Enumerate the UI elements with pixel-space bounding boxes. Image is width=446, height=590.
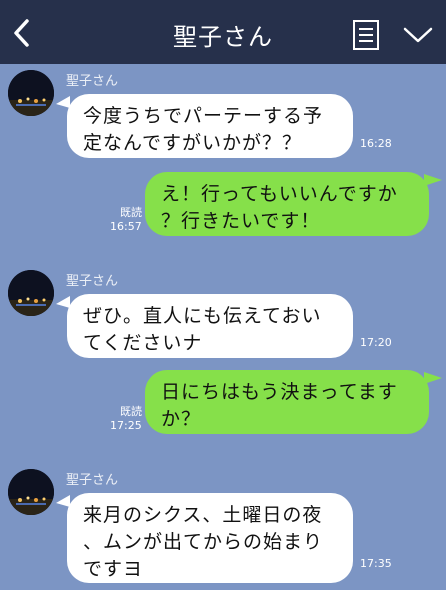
bubble-tail [56, 96, 70, 108]
message-bubble-outgoing[interactable]: 日にちはもう決まってます か？ [145, 370, 429, 434]
note-icon [353, 20, 379, 50]
chevron-down-icon [403, 27, 433, 43]
bubble-tail [424, 372, 442, 384]
message-bubble-incoming[interactable]: ぜひ。直人にも伝えておい てくださいナ [67, 294, 353, 358]
message-time: 17:35 [360, 557, 392, 570]
chat-header: 聖子さん [0, 0, 446, 64]
sender-name: 聖子さん [66, 274, 119, 289]
note-button[interactable] [352, 19, 380, 51]
avatar[interactable] [8, 70, 54, 116]
menu-toggle-button[interactable] [402, 25, 434, 45]
chat-area[interactable]: 聖子さん 今度うちでパーテーする予 定なんですがいかが？？ 16:28 既読 1… [0, 64, 446, 590]
message-time: 16:28 [360, 137, 392, 150]
avatar[interactable] [8, 270, 54, 316]
avatar[interactable] [8, 469, 54, 515]
bubble-tail [424, 174, 442, 186]
read-receipt: 既読 [120, 206, 142, 219]
message-bubble-outgoing[interactable]: え！行ってもいいんですか ？行きたいです！ [145, 172, 429, 236]
sender-name: 聖子さん [66, 473, 119, 488]
bubble-tail [56, 296, 70, 308]
bubble-tail [56, 495, 70, 507]
message-bubble-incoming[interactable]: 来月のシクス、土曜日の夜 、ムンが出てからの始まり ですヨ [67, 493, 353, 583]
message-time: 16:57 [110, 220, 142, 233]
sender-name: 聖子さん [66, 74, 119, 89]
message-time: 17:20 [360, 336, 392, 349]
message-bubble-incoming[interactable]: 今度うちでパーテーする予 定なんですがいかが？？ [67, 94, 353, 158]
message-time: 17:25 [110, 419, 142, 432]
read-receipt: 既読 [120, 405, 142, 418]
